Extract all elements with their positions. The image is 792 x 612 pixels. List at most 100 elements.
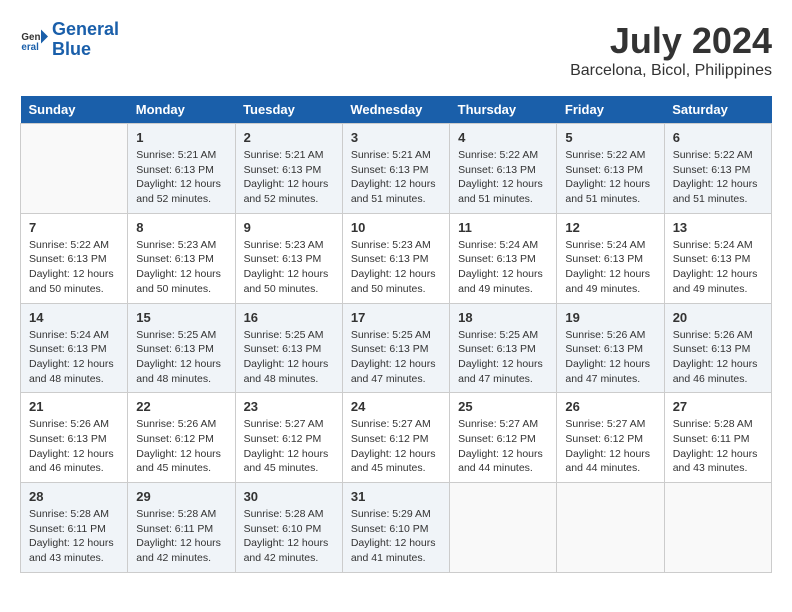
day-info: Sunrise: 5:21 AM Sunset: 6:13 PM Dayligh… [351,148,441,207]
day-header-tuesday: Tuesday [235,96,342,124]
day-number: 27 [673,399,763,414]
day-number: 18 [458,310,548,325]
day-info: Sunrise: 5:23 AM Sunset: 6:13 PM Dayligh… [351,238,441,297]
day-number: 20 [673,310,763,325]
subtitle: Barcelona, Bicol, Philippines [570,62,772,80]
calendar-cell: 3 Sunrise: 5:21 AM Sunset: 6:13 PM Daylig… [342,124,449,214]
title-area: July 2024 Barcelona, Bicol, Philippines [570,20,772,80]
calendar-cell: 20Sunrise: 5:26 AM Sunset: 6:13 PM Dayli… [664,303,771,393]
calendar-cell: 25Sunrise: 5:27 AM Sunset: 6:12 PM Dayli… [450,393,557,483]
day-header-sunday: Sunday [21,96,128,124]
day-info: Sunrise: 5:23 AM Sunset: 6:13 PM Dayligh… [244,238,334,297]
calendar-cell: 22 Sunrise: 5:26 AM Sunset: 6:12 PM Dayli… [128,393,235,483]
day-number: 13 [673,220,763,235]
day-number: 1 [136,130,226,145]
day-info: Sunrise: 5:27 AM Sunset: 6:12 PM Dayligh… [565,417,655,476]
calendar-cell: 24Sunrise: 5:27 AM Sunset: 6:12 PM Dayli… [342,393,449,483]
day-info: Sunrise: 5:22 AM Sunset: 6:13 PM Dayligh… [29,238,119,297]
day-number: 30 [244,489,334,504]
svg-text:eral: eral [21,42,39,53]
day-number: 29 [136,489,226,504]
day-info: Sunrise: 5:26 AM Sunset: 6:12 PM Dayligh… [136,417,226,476]
main-title: July 2024 [570,20,772,62]
day-header-monday: Monday [128,96,235,124]
day-info: Sunrise: 5:28 AM Sunset: 6:10 PM Dayligh… [244,507,334,566]
day-info: Sunrise: 5:27 AM Sunset: 6:12 PM Dayligh… [244,417,334,476]
day-number: 22 [136,399,226,414]
day-info: Sunrise: 5:21 AM Sunset: 6:13 PM Dayligh… [244,148,334,207]
day-info: Sunrise: 5:25 AM Sunset: 6:13 PM Dayligh… [351,328,441,387]
day-header-saturday: Saturday [664,96,771,124]
calendar-cell [450,483,557,573]
logo-text: General Blue [52,20,119,60]
calendar-cell: 29 Sunrise: 5:28 AM Sunset: 6:11 PM Dayli… [128,483,235,573]
day-header-wednesday: Wednesday [342,96,449,124]
day-number: 17 [351,310,441,325]
calendar-cell: 4 Sunrise: 5:22 AM Sunset: 6:13 PM Daylig… [450,124,557,214]
day-number: 23 [244,399,334,414]
day-number: 10 [351,220,441,235]
day-info: Sunrise: 5:22 AM Sunset: 6:13 PM Dayligh… [565,148,655,207]
day-header-friday: Friday [557,96,664,124]
calendar-cell: 21Sunrise: 5:26 AM Sunset: 6:13 PM Dayli… [21,393,128,483]
day-info: Sunrise: 5:28 AM Sunset: 6:11 PM Dayligh… [136,507,226,566]
calendar-cell: 11 Sunrise: 5:24 AM Sunset: 6:13 PM Dayli… [450,213,557,303]
calendar-cell: 6 Sunrise: 5:22 AM Sunset: 6:13 PM Daylig… [664,124,771,214]
calendar-cell: 23 Sunrise: 5:27 AM Sunset: 6:12 PM Dayli… [235,393,342,483]
calendar-header-row: SundayMondayTuesdayWednesdayThursdayFrid… [21,96,772,124]
calendar-cell [557,483,664,573]
calendar-cell: 31Sunrise: 5:29 AM Sunset: 6:10 PM Dayli… [342,483,449,573]
day-info: Sunrise: 5:24 AM Sunset: 6:13 PM Dayligh… [565,238,655,297]
day-info: Sunrise: 5:24 AM Sunset: 6:13 PM Dayligh… [29,328,119,387]
day-info: Sunrise: 5:22 AM Sunset: 6:13 PM Dayligh… [673,148,763,207]
calendar-week-row: 7 Sunrise: 5:22 AM Sunset: 6:13 PM Daylig… [21,213,772,303]
day-number: 9 [244,220,334,235]
calendar-week-row: 14 Sunrise: 5:24 AM Sunset: 6:13 PM Dayli… [21,303,772,393]
day-number: 14 [29,310,119,325]
day-number: 5 [565,130,655,145]
calendar-cell [21,124,128,214]
calendar-cell: 28 Sunrise: 5:28 AM Sunset: 6:11 PM Dayli… [21,483,128,573]
day-number: 8 [136,220,226,235]
calendar-cell: 7 Sunrise: 5:22 AM Sunset: 6:13 PM Daylig… [21,213,128,303]
calendar-week-row: 28 Sunrise: 5:28 AM Sunset: 6:11 PM Dayli… [21,483,772,573]
day-info: Sunrise: 5:24 AM Sunset: 6:13 PM Dayligh… [673,238,763,297]
calendar-cell: 5 Sunrise: 5:22 AM Sunset: 6:13 PM Daylig… [557,124,664,214]
calendar-cell: 2 Sunrise: 5:21 AM Sunset: 6:13 PM Daylig… [235,124,342,214]
day-info: Sunrise: 5:27 AM Sunset: 6:12 PM Dayligh… [458,417,548,476]
calendar-cell: 14 Sunrise: 5:24 AM Sunset: 6:13 PM Dayli… [21,303,128,393]
day-number: 12 [565,220,655,235]
day-info: Sunrise: 5:26 AM Sunset: 6:13 PM Dayligh… [565,328,655,387]
calendar-cell: 13 Sunrise: 5:24 AM Sunset: 6:13 PM Dayli… [664,213,771,303]
day-number: 3 [351,130,441,145]
day-number: 26 [565,399,655,414]
day-info: Sunrise: 5:22 AM Sunset: 6:13 PM Dayligh… [458,148,548,207]
day-info: Sunrise: 5:28 AM Sunset: 6:11 PM Dayligh… [29,507,119,566]
day-number: 2 [244,130,334,145]
calendar-week-row: 1 Sunrise: 5:21 AM Sunset: 6:13 PM Daylig… [21,124,772,214]
day-number: 7 [29,220,119,235]
calendar-cell: 10 Sunrise: 5:23 AM Sunset: 6:13 PM Dayli… [342,213,449,303]
day-number: 15 [136,310,226,325]
day-info: Sunrise: 5:21 AM Sunset: 6:13 PM Dayligh… [136,148,226,207]
calendar-cell: 26 Sunrise: 5:27 AM Sunset: 6:12 PM Dayli… [557,393,664,483]
day-info: Sunrise: 5:27 AM Sunset: 6:12 PM Dayligh… [351,417,441,476]
day-number: 11 [458,220,548,235]
calendar-body: 1 Sunrise: 5:21 AM Sunset: 6:13 PM Daylig… [21,124,772,573]
day-number: 4 [458,130,548,145]
day-info: Sunrise: 5:28 AM Sunset: 6:11 PM Dayligh… [673,417,763,476]
day-header-thursday: Thursday [450,96,557,124]
day-info: Sunrise: 5:25 AM Sunset: 6:13 PM Dayligh… [136,328,226,387]
calendar-cell: 1 Sunrise: 5:21 AM Sunset: 6:13 PM Daylig… [128,124,235,214]
day-number: 16 [244,310,334,325]
calendar-cell: 27 Sunrise: 5:28 AM Sunset: 6:11 PM Dayli… [664,393,771,483]
calendar-cell: 12 Sunrise: 5:24 AM Sunset: 6:13 PM Dayli… [557,213,664,303]
calendar-table: SundayMondayTuesdayWednesdayThursdayFrid… [20,96,772,573]
day-info: Sunrise: 5:29 AM Sunset: 6:10 PM Dayligh… [351,507,441,566]
calendar-cell [664,483,771,573]
calendar-cell: 8Sunrise: 5:23 AM Sunset: 6:13 PM Daylig… [128,213,235,303]
calendar-cell: 9 Sunrise: 5:23 AM Sunset: 6:13 PM Daylig… [235,213,342,303]
day-info: Sunrise: 5:24 AM Sunset: 6:13 PM Dayligh… [458,238,548,297]
day-number: 6 [673,130,763,145]
day-number: 28 [29,489,119,504]
